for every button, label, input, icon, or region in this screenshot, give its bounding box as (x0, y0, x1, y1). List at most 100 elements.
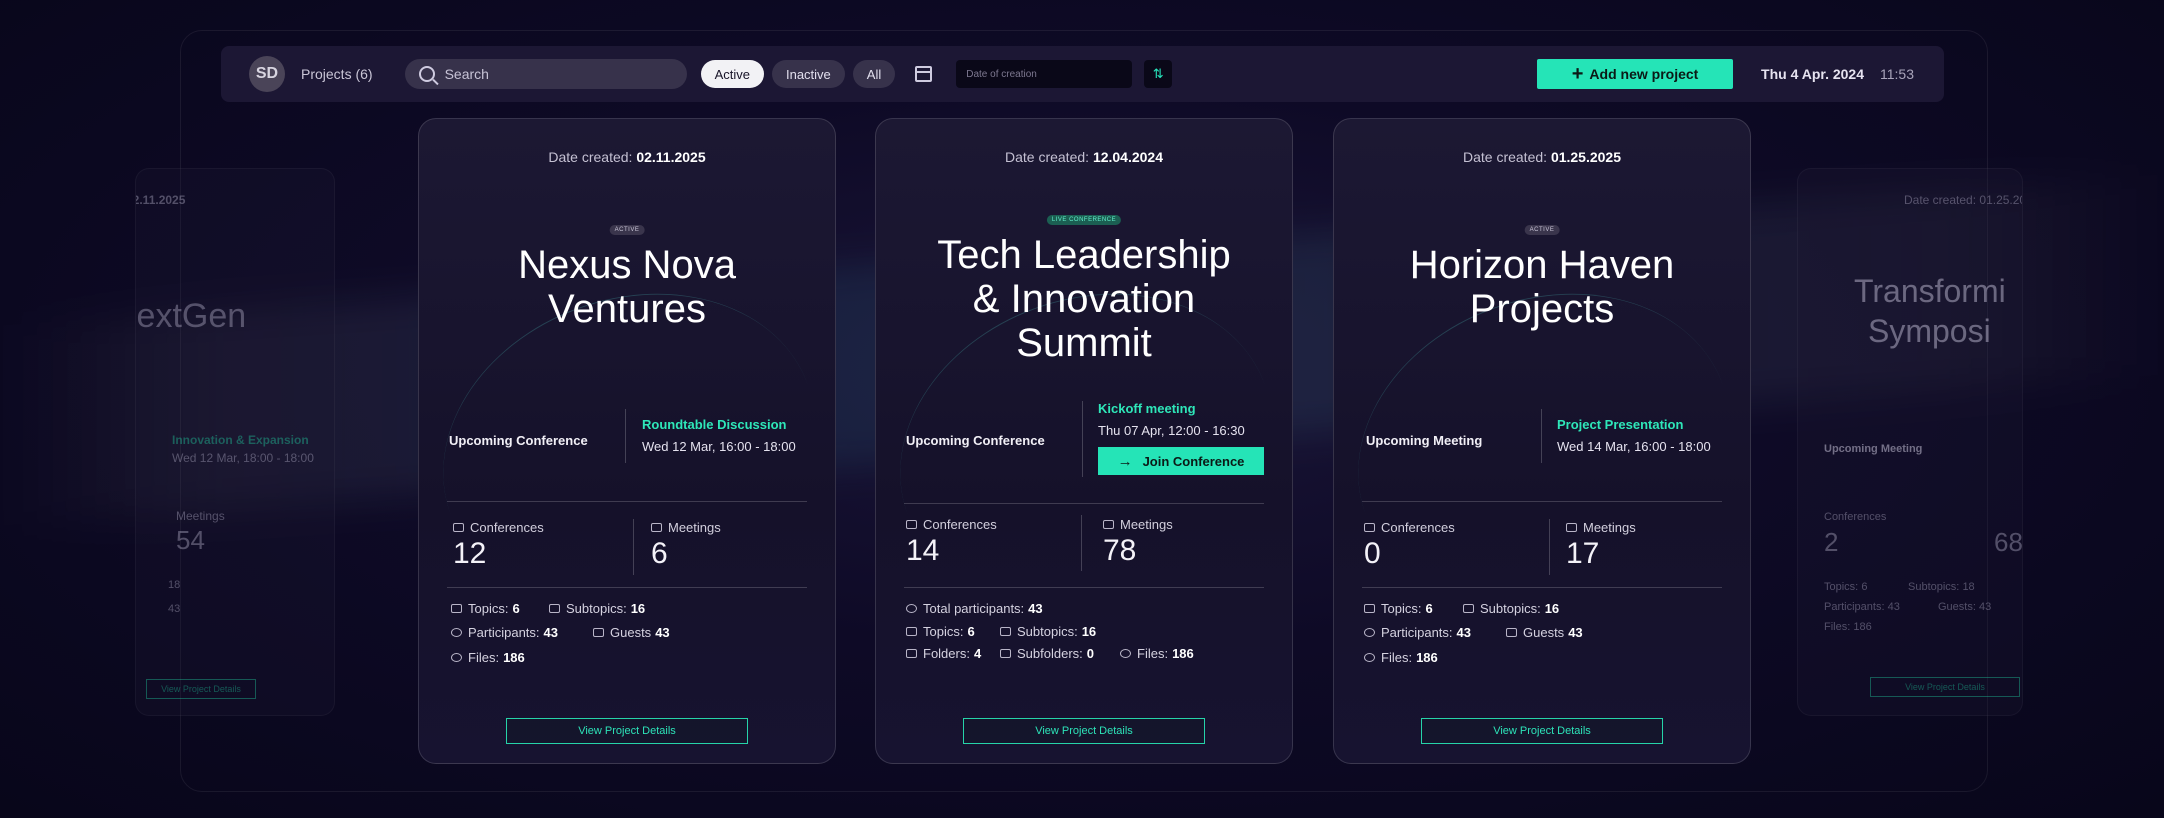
upcoming-label: Upcoming Conference (906, 433, 1045, 448)
divider (447, 501, 807, 502)
total-participants-detail: Total participants: 43 (906, 601, 1043, 616)
files-label: Files: (1137, 646, 1169, 661)
meetings-value: 6 (651, 537, 668, 570)
files-value: 186 (1172, 646, 1194, 661)
join-conference-button[interactable]: → Join Conference (1098, 447, 1264, 475)
guests-detail: Guests 43 (593, 625, 670, 640)
guests-icon (593, 628, 604, 637)
event-time: Wed 14 Mar, 16:00 - 18:00 (1557, 439, 1711, 454)
date-created-prefix: Date created: (1004, 149, 1090, 165)
project-card-tech-leadership[interactable]: Date created: 12.04.2024 LIVE CONFERENCE… (875, 118, 1293, 764)
folders-value: 4 (973, 646, 982, 661)
project-card-nexus-nova[interactable]: Date created: 02.11.2025 ACTIVE Nexus No… (418, 118, 836, 764)
filter-active[interactable]: Active (700, 60, 764, 88)
topics-label: Topics: (468, 601, 509, 616)
upcoming-label: Upcoming Meeting (1366, 433, 1483, 448)
ghost-right-topics: Topics: 6 (1824, 581, 1867, 593)
current-time: 11:53 (1880, 66, 1914, 82)
subtopics-detail: Subtopics: 16 (549, 601, 645, 616)
upcoming-label: Upcoming Conference (449, 433, 588, 448)
divider (904, 503, 1264, 504)
ghost-left-view-button[interactable]: View Project Details (146, 679, 256, 699)
card-title-line: Horizon Haven (1409, 243, 1675, 287)
ghost-right-topics-value: 6 (1861, 581, 1868, 593)
bookmark-icon (1000, 627, 1011, 636)
topics-detail: Topics: 6 (906, 624, 975, 639)
ghost-right-files-label: Files: (1824, 621, 1851, 633)
divider (1541, 409, 1542, 463)
files-label: Files: (1381, 650, 1413, 665)
date-created-prefix: Date created: (1462, 149, 1548, 165)
divider (1081, 515, 1082, 571)
search-box[interactable] (404, 59, 687, 89)
conferences-icon (1364, 523, 1375, 532)
subfolders-detail: Subfolders: 0 (1000, 646, 1094, 661)
ghost-right-files: Files: 186 (1824, 621, 1872, 633)
total-participants-label: Total participants: (923, 601, 1025, 616)
date-of-creation-input[interactable]: Date of creation (956, 60, 1133, 88)
files-value: 186 (503, 650, 525, 665)
subfolders-value: 0 (1086, 646, 1094, 661)
event-name: Project Presentation (1557, 417, 1684, 432)
guests-value: 43 (655, 625, 670, 640)
avatar[interactable]: SD (249, 56, 285, 92)
subtopics-value: 16 (1544, 601, 1560, 616)
ghost-right-meetings-value: 68 (1994, 527, 2023, 557)
divider (1549, 519, 1550, 575)
ghost-right-view-button[interactable]: View Project Details (1870, 677, 2020, 697)
topics-detail: Topics: 6 (451, 601, 520, 616)
conferences-label: Conferences (1364, 520, 1455, 535)
project-card-horizon-haven[interactable]: Date created: 01.25.2025 ACTIVE Horizon … (1333, 118, 1751, 764)
ghost-right-participants: Participants: 43 (1824, 601, 1900, 613)
conferences-label-text: Conferences (1381, 520, 1455, 535)
upcoming-section: Upcoming Meeting Project Presentation We… (1334, 409, 1750, 499)
view-project-details-button[interactable]: View Project Details (506, 718, 748, 744)
bookmark-icon (1463, 604, 1474, 613)
sort-icon[interactable]: ⇅ (1144, 60, 1173, 88)
search-icon (418, 66, 435, 82)
card-title-line: & Innovation (972, 277, 1196, 321)
date-created-value: 01.25.2025 (1550, 149, 1622, 165)
project-card-ghost-left[interactable]: 02.11.2025 NextGen Innovation & Expansio… (135, 168, 335, 716)
date-created-value: 12.04.2024 (1092, 149, 1164, 165)
files-label: Files: (468, 650, 500, 665)
files-detail: Files: 186 (451, 650, 525, 665)
status-badge: ACTIVE (609, 225, 645, 235)
files-value: 186 (1416, 650, 1438, 665)
ghost-right-date-prefix: Date created: (1904, 193, 1977, 207)
conferences-label-text: Conferences (470, 520, 544, 535)
meetings-label: Meetings (651, 520, 721, 535)
divider (1082, 401, 1083, 477)
files-detail: Files: 186 (1120, 646, 1194, 661)
view-project-details-button[interactable]: View Project Details (1421, 718, 1663, 744)
card-title-line: Ventures (548, 287, 706, 331)
participants-detail: Participants: 43 (451, 625, 558, 640)
filter-inactive[interactable]: Inactive (771, 60, 845, 88)
guests-detail: Guests 43 (1506, 625, 1583, 640)
subtopics-label: Subtopics: (1480, 601, 1541, 616)
add-new-project-button[interactable]: + Add new project (1537, 59, 1734, 89)
guests-value: 43 (1568, 625, 1583, 640)
ghost-right-date-row: Date created: 01.25.2025 (1904, 193, 2022, 207)
topics-value: 6 (512, 601, 520, 616)
upcoming-section: Upcoming Conference Kickoff meeting Thu … (876, 401, 1292, 499)
project-card-ghost-right[interactable]: Date created: 01.25.2025 Transformi Symp… (1797, 168, 2023, 716)
ghost-right-subtopics-label: Subtopics: (1908, 581, 1960, 593)
join-conference-label: Join Conference (1142, 453, 1245, 469)
meetings-label-text: Meetings (1120, 517, 1173, 532)
participants-label: Participants: (468, 625, 540, 640)
subtopics-value: 16 (1081, 624, 1097, 639)
subfolders-label: Subfolders: (1017, 646, 1083, 661)
folders-detail: Folders: 4 (906, 646, 981, 661)
calendar-icon[interactable] (915, 66, 933, 82)
ghost-right-guests: Guests: 43 (1938, 601, 1991, 613)
view-project-details-button[interactable]: View Project Details (963, 718, 1205, 744)
conferences-icon (906, 520, 917, 529)
event-name: Kickoff meeting (1098, 401, 1196, 416)
search-input[interactable] (444, 66, 665, 82)
ghost-left-event-time: Wed 12 Mar, 18:00 - 18:00 (172, 451, 314, 465)
filter-all[interactable]: All (852, 60, 896, 88)
topics-value: 6 (967, 624, 975, 639)
meetings-label-text: Meetings (668, 520, 721, 535)
divider (904, 587, 1264, 588)
